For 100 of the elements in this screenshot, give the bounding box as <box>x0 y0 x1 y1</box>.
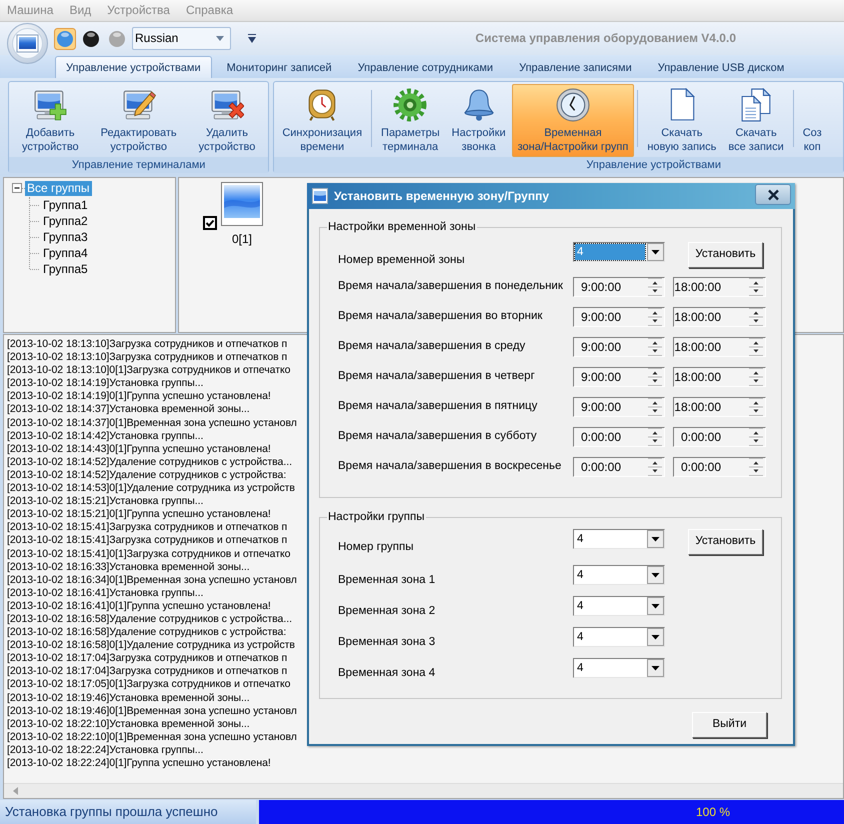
log-line: [2013-10-02 18:16:58]0[1]Удаление сотрудника из устройств <box>7 639 295 652</box>
log-line: [2013-10-02 18:16:33]Установка временной зоны... <box>7 560 250 574</box>
time-field[interactable]: 9:00:00 <box>573 337 665 357</box>
log-line: [2013-10-02 18:19:46]Установка временной зоны... <box>7 692 250 705</box>
exit-button[interactable]: Выйти <box>692 712 767 738</box>
tab[interactable]: Управление записями <box>508 56 643 78</box>
log-line: [2013-10-02 18:14:42]Установка группы... <box>7 430 204 443</box>
time-field[interactable]: 9:00:00 <box>573 367 665 387</box>
log-line: [2013-10-02 18:14:53]0[1]Удаление сотрудника из устройств <box>7 482 295 496</box>
ribbon-button[interactable]: Настройки звонка <box>446 84 512 157</box>
ribbon-button[interactable]: Удалить устройство <box>188 84 266 157</box>
log-line: [2013-10-02 18:14:19]0[1]Группа успешно установлена! <box>7 390 271 404</box>
dropdown[interactable]: 4 <box>573 658 665 678</box>
ribbon-button[interactable]: Временная зона/Настройки групп <box>512 84 634 157</box>
spin-arrows-icon[interactable] <box>748 308 764 326</box>
collapse-icon[interactable] <box>12 183 22 193</box>
spin-arrows-icon[interactable] <box>748 458 764 476</box>
ribbon-button[interactable]: Скачать все записи <box>722 84 790 157</box>
ribbon-button[interactable]: Редактировать устройство <box>90 84 188 157</box>
tree-item[interactable]: Группа3 <box>41 230 90 244</box>
spin-arrows-icon[interactable] <box>647 338 663 356</box>
time-field[interactable]: 0:00:00 <box>573 457 665 477</box>
spin-arrows-icon[interactable] <box>748 428 764 446</box>
caret-down-icon[interactable] <box>248 34 256 43</box>
log-line: [2013-10-02 18:15:21]0[1]Группа успешно установлена! <box>7 508 271 522</box>
progress-reading: 100 % <box>696 804 730 820</box>
log-line: [2013-10-02 18:22:24]0[1]Группа успешно установлена! <box>7 757 271 770</box>
time-field[interactable]: 18:00:00 <box>673 367 766 387</box>
time-field[interactable]: 18:00:00 <box>673 397 766 417</box>
dialog-title: Установить временную зону/Группу <box>334 188 549 204</box>
time-field[interactable]: 9:00:00 <box>573 397 665 417</box>
tab[interactable]: Управление USB диском <box>646 56 796 78</box>
time-field[interactable]: 18:00:00 <box>673 337 766 357</box>
log-line: [2013-10-02 18:13:10]0[1]Загрузка сотрудников и отпечатко <box>7 364 290 378</box>
log-line: [2013-10-02 18:14:37]Установка временной зоны... <box>7 403 250 417</box>
ribbon-button[interactable]: Синхронизация времени <box>276 84 368 157</box>
spin-arrows-icon[interactable] <box>748 398 764 416</box>
clock-icon <box>556 88 590 122</box>
monitor-plus-icon <box>33 88 68 122</box>
close-button[interactable] <box>755 184 791 205</box>
dropdown[interactable]: 4 <box>573 529 665 549</box>
checkbox[interactable] <box>203 216 217 230</box>
language-dropdown[interactable]: Russian <box>132 27 231 50</box>
device-label: 0[1] <box>232 232 252 246</box>
tree-item[interactable]: Группа5 <box>41 262 90 276</box>
ribbon-button[interactable]: Параметры терминала <box>375 84 446 157</box>
log-line: [2013-10-02 18:16:58]Удаление сотрудников с устройства: <box>7 626 286 640</box>
spin-arrows-icon[interactable] <box>647 278 663 296</box>
ribbon-group-label: Управление устройствами <box>274 157 843 173</box>
log-line: [2013-10-02 18:16:34]0[1]Временная зона успешно установл <box>7 574 297 587</box>
tree-item[interactable]: Группа4 <box>41 246 90 260</box>
time-field[interactable]: 0:00:00 <box>573 427 665 447</box>
time-field[interactable]: 9:00:00 <box>573 277 665 297</box>
log-line: [2013-10-02 18:13:10]Загрузка сотрудников и отпечатков п <box>7 351 288 364</box>
ribbon-button[interactable]: Соз коп <box>796 84 828 157</box>
set-button[interactable]: Установить <box>688 242 763 268</box>
log-line: [2013-10-02 18:16:41]Установка группы... <box>7 586 204 600</box>
spin-arrows-icon[interactable] <box>647 428 663 446</box>
log-line: [2013-10-02 18:14:52]Удаление сотрудников с устройства... <box>7 456 292 469</box>
dropdown[interactable]: 4 <box>573 564 665 585</box>
dropdown[interactable]: 4 <box>573 596 665 616</box>
time-field[interactable]: 0:00:00 <box>673 457 766 477</box>
horizontal-scrollbar[interactable] <box>4 783 843 798</box>
app-menu-button[interactable] <box>7 23 48 64</box>
log-line: [2013-10-02 18:17:04]Загрузка сотрудников и отпечатков п <box>7 652 288 666</box>
field-label: Время начала/завершения в понедельник <box>338 280 564 294</box>
tree-item[interactable]: Группа2 <box>41 214 90 228</box>
spin-arrows-icon[interactable] <box>647 398 663 416</box>
spin-arrows-icon[interactable] <box>647 368 663 386</box>
monitor-pencil-icon <box>122 88 156 122</box>
time-field[interactable]: 0:00:00 <box>673 427 766 447</box>
device-icon[interactable] <box>221 182 263 226</box>
spin-arrows-icon[interactable] <box>748 368 764 386</box>
log-line: [2013-10-02 18:22:10]0[1]Временная зона успешно установл <box>7 730 297 744</box>
log-line: [2013-10-02 18:19:46]0[1]Временная зона успешно установл <box>7 704 297 718</box>
log-line: [2013-10-02 18:17:05]0[1]Загрузка сотрудников и отпечатко <box>7 678 290 692</box>
field-label: Время начала/завершения в пятницу <box>338 400 538 414</box>
dropdown[interactable]: 4 <box>573 626 665 647</box>
log-line: [2013-10-02 18:16:58]Удаление сотрудников с устройства... <box>7 612 292 626</box>
tab[interactable]: Управление устройствами <box>55 56 212 78</box>
field-label: Временная зона 2 <box>338 604 436 619</box>
tab[interactable]: Управление сотрудниками <box>346 56 504 78</box>
log-line: [2013-10-02 18:22:24]Установка группы... <box>7 744 204 757</box>
tab[interactable]: Мониторинг записей <box>216 56 343 78</box>
log-line: [2013-10-02 18:15:41]Загрузка сотрудников и отпечатков п <box>7 521 288 534</box>
section-title: Настройки группы <box>327 511 426 524</box>
spin-arrows-icon[interactable] <box>647 308 663 326</box>
log-line: [2013-10-02 18:14:43]0[1]Группа успешно установлена! <box>7 442 271 456</box>
spin-arrows-icon[interactable] <box>748 338 764 356</box>
ribbon-button[interactable]: Скачать новую запись <box>641 84 722 157</box>
ribbon-button[interactable]: Добавить устройство <box>11 84 90 157</box>
tree-item[interactable]: Группа1 <box>41 198 90 212</box>
spin-arrows-icon[interactable] <box>647 458 663 476</box>
time-field[interactable]: 18:00:00 <box>673 277 766 297</box>
time-field[interactable]: 9:00:00 <box>573 307 665 327</box>
log-line: [2013-10-02 18:15:41]0[1]Загрузка сотрудников и отпечатко <box>7 548 290 561</box>
spin-arrows-icon[interactable] <box>748 278 764 296</box>
time-field[interactable]: 18:00:00 <box>673 307 766 327</box>
set-button[interactable]: Установить <box>688 529 763 555</box>
log-line: [2013-10-02 18:14:19]Установка группы... <box>7 377 204 390</box>
